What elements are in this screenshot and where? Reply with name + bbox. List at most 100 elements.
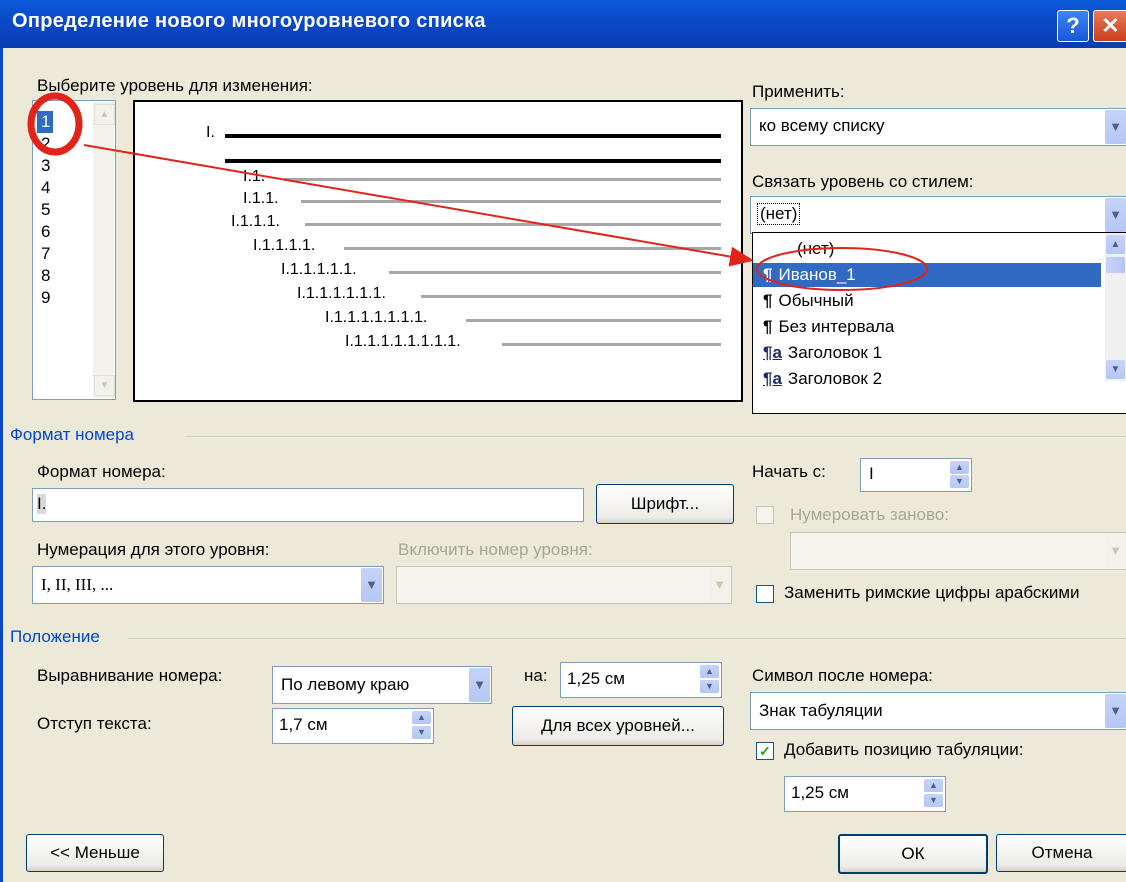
preview-line (421, 295, 721, 298)
restart-dropdown[interactable]: ▼ (790, 532, 1126, 570)
style-option[interactable]: ¶a Заголовок 1 (753, 341, 1101, 365)
chevron-down-icon[interactable]: ▼ (1105, 110, 1126, 144)
style-option[interactable]: (нет) (753, 237, 1101, 261)
cancel-button[interactable]: Отмена (996, 834, 1126, 872)
numbering-style-dropdown[interactable]: I, II, III, ... ▼ (32, 566, 384, 604)
chevron-down-icon[interactable]: ▼ (1105, 694, 1126, 728)
level-item-4[interactable]: 4 (37, 177, 83, 199)
scroll-up-icon[interactable]: ▲ (94, 104, 115, 125)
preview-line (502, 343, 721, 346)
link-style-list[interactable]: (нет) ¶ Иванов_1 ¶ Обычный ¶ Без интервала ¶a За… (752, 232, 1126, 414)
level-item-2[interactable]: 2 (37, 133, 83, 155)
preview-line (225, 159, 721, 163)
level-label: Выберите уровень для изменения: (37, 76, 313, 95)
number-format-label: Формат номера: (37, 462, 166, 481)
level-item-1[interactable]: 1 (37, 111, 53, 133)
chevron-down-icon[interactable]: ▼ (361, 568, 382, 602)
start-at-spinner[interactable]: I ▲ ▼ (860, 458, 972, 492)
scroll-down-icon[interactable]: ▼ (1106, 360, 1125, 379)
ok-button[interactable]: ОК (838, 834, 988, 874)
level-item-6[interactable]: 6 (37, 221, 83, 243)
preview-line (465, 319, 721, 322)
level-item-7[interactable]: 7 (37, 243, 83, 265)
preview-line (388, 271, 721, 274)
number-format-input[interactable]: I. (32, 488, 584, 522)
scroll-thumb[interactable] (1106, 257, 1125, 273)
level-list[interactable]: 123456789 ▲ ▼ (32, 100, 116, 400)
spin-up-icon[interactable]: ▲ (700, 665, 719, 678)
style-option[interactable]: ¶a Заголовок 2 (753, 367, 1101, 391)
level-item-8[interactable]: 8 (37, 265, 83, 287)
paragraph-style-icon: ¶ (763, 291, 773, 310)
less-button[interactable]: << Меньше (26, 834, 164, 872)
font-button[interactable]: Шрифт... (596, 484, 734, 524)
spin-down-icon[interactable]: ▼ (700, 680, 719, 693)
all-levels-button[interactable]: Для всех уровней... (512, 706, 724, 746)
scroll-down-icon[interactable]: ▼ (94, 375, 115, 396)
close-icon: ✕ (1101, 13, 1120, 38)
section-divider (185, 436, 1126, 437)
indent-label: Отступ текста: (37, 714, 152, 733)
linked-style-icon: ¶a (763, 343, 782, 362)
level-item-9[interactable]: 9 (37, 287, 83, 309)
tab-position-value: 1,25 см (791, 783, 849, 802)
alignment-dropdown[interactable]: По левому краю ▼ (272, 666, 492, 704)
spin-up-icon[interactable]: ▲ (950, 461, 969, 474)
style-option[interactable]: ¶ Иванов_1 (753, 263, 1101, 287)
spin-up-icon[interactable]: ▲ (924, 779, 943, 792)
number-format-section-title: Формат номера (10, 425, 135, 444)
scroll-up-icon[interactable]: ▲ (1106, 235, 1125, 254)
restart-label: Нумеровать заново: (790, 505, 950, 524)
spin-down-icon[interactable]: ▼ (924, 794, 943, 807)
apply-dropdown[interactable]: ко всему списку ▼ (750, 108, 1126, 146)
alignment-label: Выравнивание номера: (37, 666, 223, 685)
chevron-down-icon: ▼ (709, 568, 730, 602)
at-spinner[interactable]: 1,25 см ▲ ▼ (560, 662, 722, 698)
apply-label: Применить: (752, 82, 845, 101)
add-tab-label: Добавить позицию табуляции: (784, 740, 1024, 759)
help-icon: ? (1066, 13, 1080, 38)
help-button[interactable]: ? (1057, 10, 1089, 42)
checkmark-icon: ✓ (759, 743, 771, 759)
paragraph-style-icon: ¶ (763, 317, 773, 336)
spin-down-icon[interactable]: ▼ (412, 726, 431, 739)
chevron-down-icon[interactable]: ▼ (469, 668, 490, 702)
preview-level-label: I.1.1.1.1. (253, 237, 316, 254)
link-style-dropdown[interactable]: (нет) ▼ (750, 196, 1126, 234)
preview-pane: I. I.1. I.1.1. I.1.1.1. I.1.1.1.1. I.1.1.1.1.… (133, 100, 743, 402)
add-tab-checkbox[interactable]: ✓ (756, 742, 774, 760)
include-level-label: Включить номер уровня: (398, 540, 593, 559)
linked-style-icon: ¶a (763, 369, 782, 388)
level-scrollbar[interactable]: ▲ ▼ (93, 102, 115, 398)
indent-spinner[interactable]: 1,7 см ▲ ▼ (272, 708, 434, 744)
style-option-label: Обычный (778, 291, 854, 310)
at-label: на: (524, 666, 548, 685)
at-value: 1,25 см (567, 669, 625, 688)
preview-level-label: I.1.1. (243, 190, 279, 207)
preview-level-label: I.1.1.1.1.1. (281, 261, 357, 278)
after-number-dropdown[interactable]: Знак табуляции ▼ (750, 692, 1126, 730)
preview-line (300, 200, 721, 203)
legal-label: Заменить римские цифры арабскими (784, 583, 1080, 602)
style-option[interactable]: ¶ Без интервала (753, 315, 1101, 339)
close-button[interactable]: ✕ (1093, 10, 1126, 42)
style-option-label: (нет) (797, 239, 835, 258)
style-option[interactable]: ¶ Обычный (753, 289, 1101, 313)
start-at-value: I (869, 464, 874, 483)
spin-up-icon[interactable]: ▲ (412, 711, 431, 724)
style-scrollbar[interactable]: ▲ ▼ (1105, 233, 1126, 381)
number-format-value: I. (37, 494, 47, 514)
chevron-down-icon[interactable]: ▼ (1105, 198, 1126, 232)
numbering-style-label: Нумерация для этого уровня: (37, 540, 270, 559)
indent-value: 1,7 см (279, 715, 328, 734)
level-item-3[interactable]: 3 (37, 155, 83, 177)
tab-position-spinner[interactable]: 1,25 см ▲ ▼ (784, 776, 946, 812)
preview-line (344, 247, 721, 250)
include-level-dropdown[interactable]: ▼ (396, 566, 732, 604)
legal-checkbox[interactable] (756, 585, 774, 603)
window-title: Определение нового многоуровневого списк… (12, 10, 486, 32)
restart-checkbox[interactable] (756, 506, 774, 524)
spin-down-icon[interactable]: ▼ (950, 475, 969, 488)
link-style-value: (нет) (757, 203, 801, 225)
level-item-5[interactable]: 5 (37, 199, 83, 221)
